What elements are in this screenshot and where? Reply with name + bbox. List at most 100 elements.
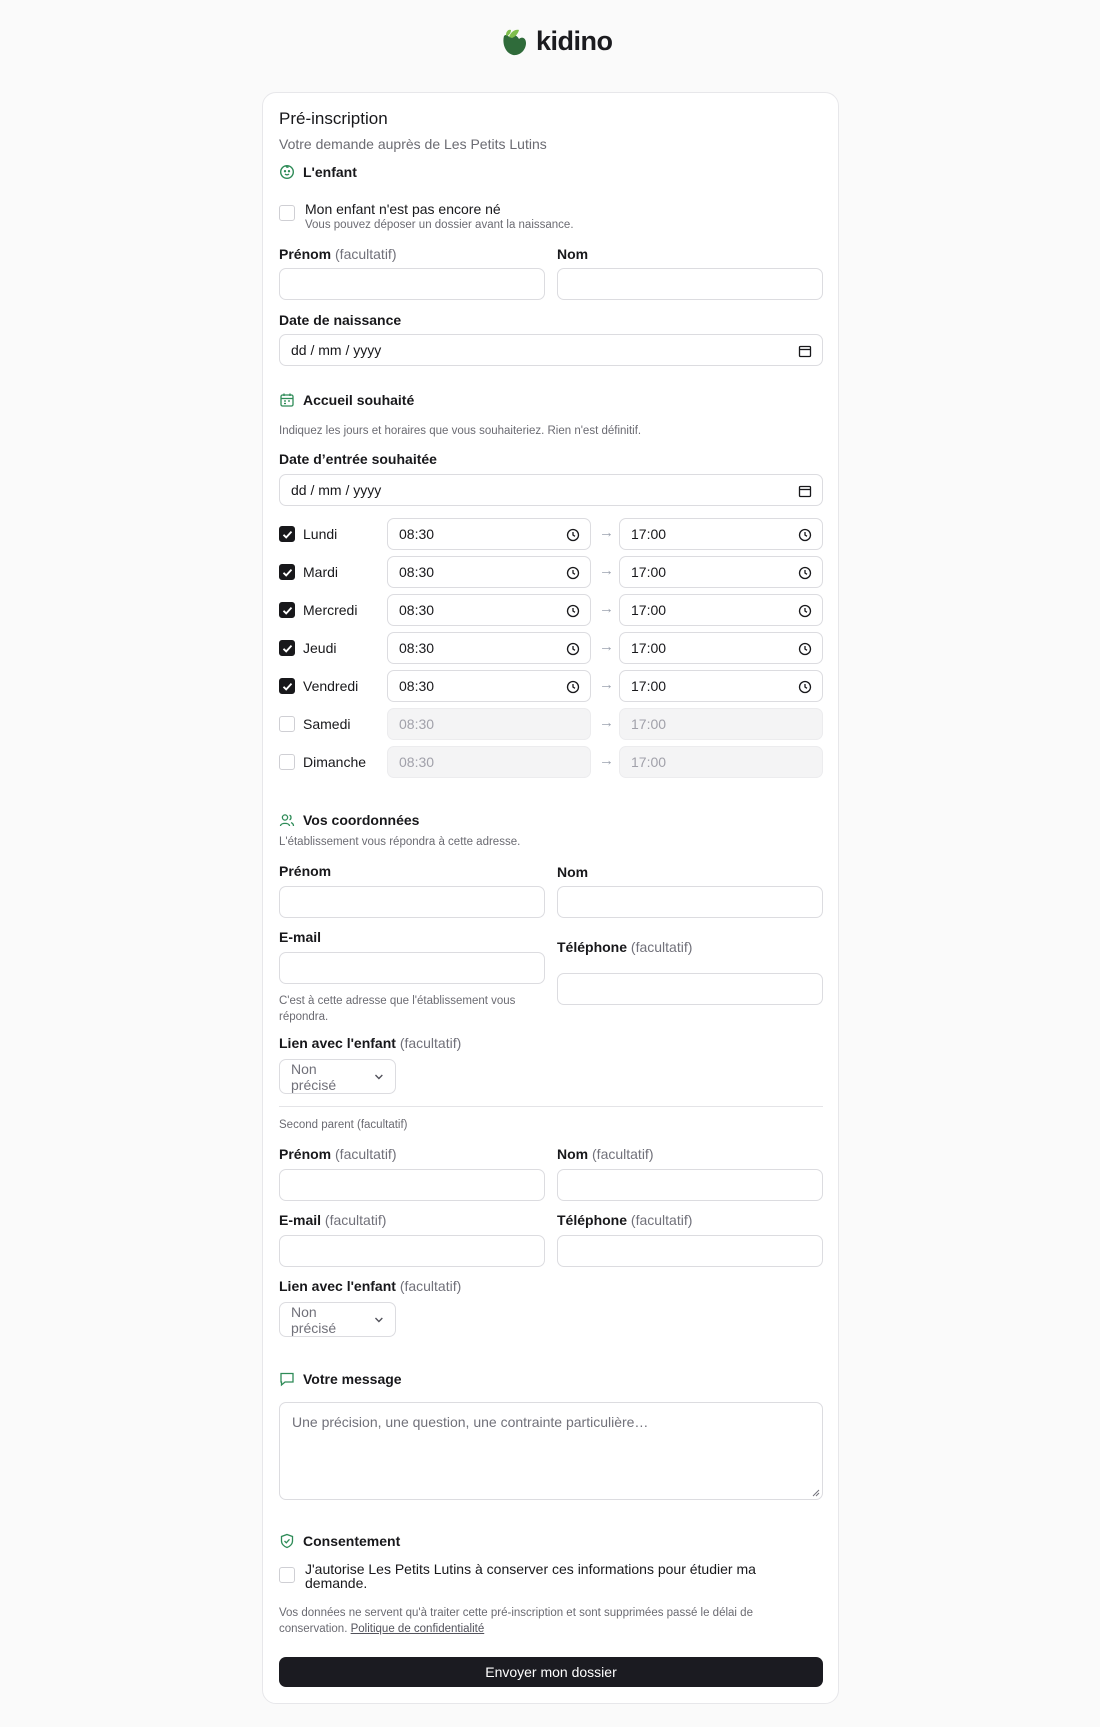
day-checkbox-mardi[interactable] [279,564,295,580]
arrow-separator: → [599,714,614,731]
calendar-icon [280,393,294,407]
birth-date-label: Date de naissance [279,312,402,328]
day-from-mercredi[interactable]: 08:30 [387,594,591,626]
brand-name: kidino [536,26,613,56]
day-from-jeudi[interactable]: 08:30 [387,632,591,664]
child-last-name-label: Nom [557,246,589,262]
calendar-icon[interactable] [798,344,812,358]
clock-icon[interactable] [798,566,812,580]
second-first-name-input[interactable] [279,1169,545,1201]
time-value: 17:00 [631,754,667,770]
start-date-input[interactable]: dd / mm / yyyy [279,474,823,506]
clock-icon[interactable] [566,680,580,694]
contact-email-hint: C'est à cette adresse que l'établissemen… [279,995,516,1023]
child-first-name-label: Prénom (facultatif) [279,246,397,262]
clock-icon[interactable] [566,642,580,656]
second-relation-select[interactable]: Non précisé [279,1302,396,1337]
clock-icon[interactable] [566,528,580,542]
clock-icon[interactable] [798,528,812,542]
clock-icon[interactable] [566,566,580,580]
preregistration-card: Pré-inscription Votre demande auprès de … [262,92,839,1704]
contact-relation-select[interactable]: Non précisé [279,1059,396,1094]
consent-notice: Vos données ne servent qu'à traiter cett… [279,1607,753,1635]
time-value: 08:30 [399,678,435,694]
day-checkbox-samedi[interactable] [279,716,295,732]
day-to-samedi: 17:00 [619,708,823,740]
section-message-heading: Votre message [279,1371,402,1387]
contact-hint: L'établissement vous répondra à cette ad… [279,836,521,848]
second-phone-input[interactable] [557,1235,823,1267]
section-divider [279,1106,823,1107]
day-from-vendredi[interactable]: 08:30 [387,670,591,702]
contact-first-name-label: Prénom [279,863,332,879]
second-last-name-input[interactable] [557,1169,823,1201]
day-to-dimanche: 17:00 [619,746,823,778]
not-born-hint: Vous pouvez déposer un dossier avant la … [305,219,574,231]
arrow-separator: → [599,524,614,541]
baby-icon [279,164,295,180]
second-email-input[interactable] [279,1235,545,1267]
day-from-dimanche: 08:30 [387,746,591,778]
chevron-down-icon [375,1074,384,1079]
schedule-hint: Indiquez les jours et horaires que vous … [279,425,642,437]
arrow-separator: → [599,638,614,655]
chevron-down-icon [375,1317,384,1322]
clock-icon[interactable] [798,604,812,618]
second-phone-label: Téléphone (facultatif) [557,1212,693,1228]
day-checkbox-mercredi[interactable] [279,602,295,618]
day-checkbox-jeudi[interactable] [279,640,295,656]
message-textarea[interactable]: Une précision, une question, une contrai… [279,1402,823,1500]
submit-button[interactable]: Envoyer mon dossier [279,1657,823,1687]
day-checkbox-lundi[interactable] [279,526,295,542]
child-first-name-input[interactable] [279,268,545,300]
message-placeholder: Une précision, une question, une contrai… [292,1414,649,1430]
contact-email-input[interactable] [279,952,545,984]
arrow-separator: → [599,600,614,617]
time-value: 08:30 [399,526,435,542]
clock-icon[interactable] [798,642,812,656]
contact-phone-input[interactable] [557,973,823,1005]
time-value: 17:00 [631,564,667,580]
day-to-mardi[interactable]: 17:00 [619,556,823,588]
day-label-mardi: Mardi [303,564,339,580]
users-icon [279,814,295,827]
second-relation-value: Non précisé [291,1303,337,1336]
section-message-title: Votre message [303,1371,402,1387]
time-value: 17:00 [631,526,667,542]
time-value: 08:30 [399,640,435,656]
child-last-name-input[interactable] [557,268,823,300]
time-value: 17:00 [631,678,667,694]
day-checkbox-vendredi[interactable] [279,678,295,694]
contact-first-name-input[interactable] [279,886,545,918]
day-label-lundi: Lundi [303,526,338,542]
contact-relation-label: Lien avec l'enfant (facultatif) [279,1035,462,1051]
consent-label: J'autorise Les Petits Lutins à conserver… [305,1561,756,1591]
resize-handle-icon[interactable] [812,1489,820,1497]
time-value: 08:30 [399,716,435,732]
day-to-jeudi[interactable]: 17:00 [619,632,823,664]
consent-checkbox[interactable] [279,1567,295,1583]
day-to-lundi[interactable]: 17:00 [619,518,823,550]
day-label-mercredi: Mercredi [303,602,358,618]
birth-date-input[interactable]: dd / mm / yyyy [279,334,823,366]
contact-last-name-input[interactable] [557,886,823,918]
second-parent-heading: Second parent (facultatif) [279,1119,408,1131]
day-from-mardi[interactable]: 08:30 [387,556,591,588]
not-born-checkbox[interactable] [279,205,295,221]
arrow-separator: → [599,752,614,769]
privacy-policy-link[interactable]: Politique de confidentialité [351,1623,485,1635]
day-from-lundi[interactable]: 08:30 [387,518,591,550]
section-consent-title: Consentement [303,1533,401,1549]
not-born-label: Mon enfant n'est pas encore né [305,201,501,217]
second-email-label: E-mail (facultatif) [279,1212,387,1228]
day-to-vendredi[interactable]: 17:00 [619,670,823,702]
calendar-icon[interactable] [798,484,812,498]
day-label-vendredi: Vendredi [303,678,359,694]
clock-icon[interactable] [798,680,812,694]
day-to-mercredi[interactable]: 17:00 [619,594,823,626]
arrow-separator: → [599,676,614,693]
day-checkbox-dimanche[interactable] [279,754,295,770]
contact-email-label: E-mail [279,929,322,945]
clock-icon[interactable] [566,604,580,618]
contact-relation-value: Non précisé [291,1060,337,1093]
